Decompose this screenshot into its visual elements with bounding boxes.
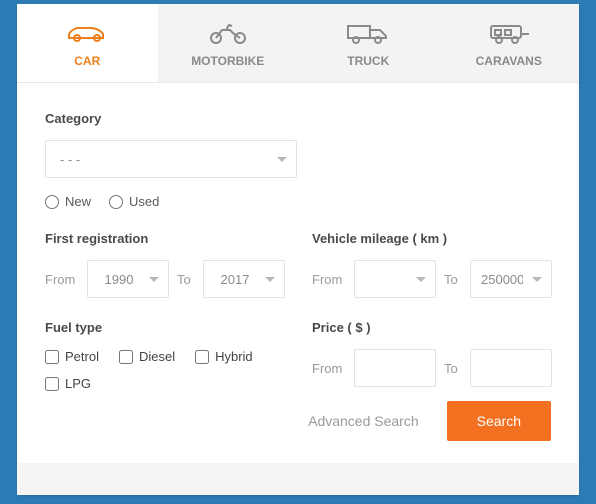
to-label: To: [177, 272, 195, 287]
fuel-label: Fuel type: [45, 320, 284, 335]
tab-motorbike[interactable]: MOTORBIKE: [158, 4, 299, 82]
tab-caravans[interactable]: CARAVANS: [439, 4, 580, 82]
motorbike-icon: [204, 20, 252, 44]
search-card: CAR MOTORBIKE TRUCK CARAVANS: [17, 4, 579, 495]
tab-car[interactable]: CAR: [17, 4, 158, 82]
registration-to[interactable]: 2017: [203, 260, 285, 298]
tab-label: TRUCK: [347, 54, 389, 68]
footer-strip: [17, 463, 579, 495]
category-select[interactable]: - - -: [45, 140, 297, 178]
mileage-label: Vehicle mileage ( km ): [312, 231, 551, 246]
fuel-petrol[interactable]: Petrol: [45, 349, 99, 364]
from-label: From: [312, 361, 346, 376]
car-icon: [63, 20, 111, 44]
registration-from[interactable]: 1990: [87, 260, 169, 298]
price-label: Price ( $ ): [312, 320, 551, 335]
tab-label: CAR: [74, 54, 100, 68]
mileage-to[interactable]: 250000: [470, 260, 552, 298]
tab-truck[interactable]: TRUCK: [298, 4, 439, 82]
registration-label: First registration: [45, 231, 284, 246]
mileage-from[interactable]: [354, 260, 436, 298]
condition-new[interactable]: New: [45, 194, 91, 209]
caravan-icon: [485, 20, 533, 44]
from-label: From: [45, 272, 79, 287]
truck-icon: [344, 20, 392, 44]
search-form: Category - - - New Used First registrati: [17, 83, 579, 463]
search-button[interactable]: Search: [447, 401, 551, 441]
to-label: To: [444, 272, 462, 287]
radio-new[interactable]: [45, 195, 59, 209]
price-to[interactable]: [470, 349, 552, 387]
category-label: Category: [45, 111, 551, 126]
tab-label: CARAVANS: [476, 54, 542, 68]
advanced-search-link[interactable]: Advanced Search: [308, 413, 419, 429]
radio-used[interactable]: [109, 195, 123, 209]
to-label: To: [444, 361, 462, 376]
from-label: From: [312, 272, 346, 287]
fuel-lpg[interactable]: LPG: [45, 376, 91, 391]
vehicle-tabs: CAR MOTORBIKE TRUCK CARAVANS: [17, 4, 579, 83]
tab-label: MOTORBIKE: [191, 54, 264, 68]
fuel-diesel[interactable]: Diesel: [119, 349, 175, 364]
condition-used[interactable]: Used: [109, 194, 159, 209]
fuel-hybrid[interactable]: Hybrid: [195, 349, 253, 364]
price-from[interactable]: [354, 349, 436, 387]
